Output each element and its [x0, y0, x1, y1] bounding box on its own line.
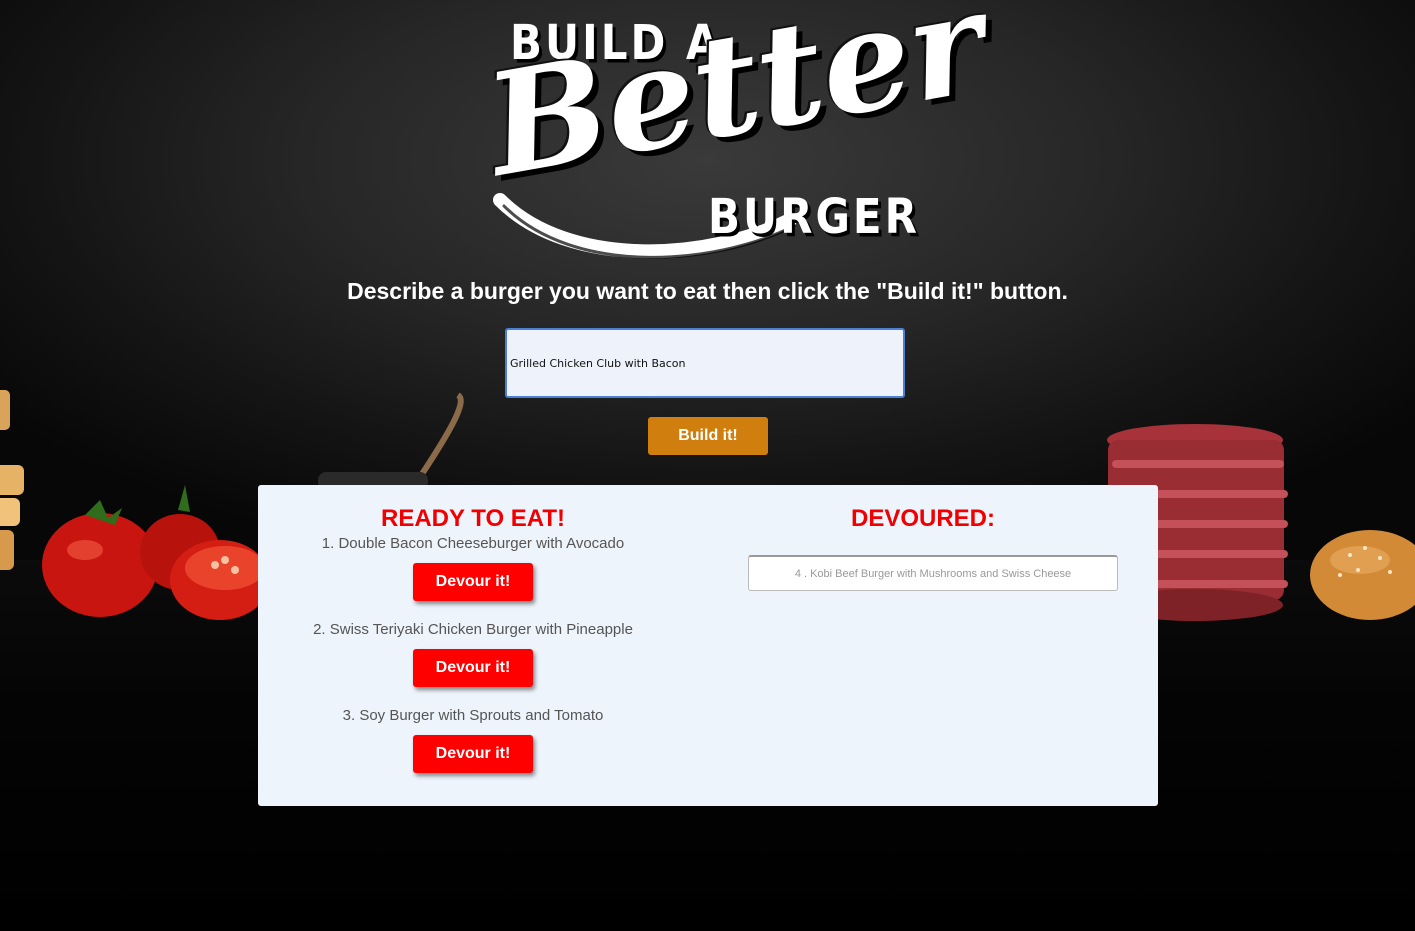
burger-name: 3. Soy Burger with Sprouts and Tomato	[342, 707, 604, 724]
burger-name: 1. Double Bacon Cheeseburger with Avocad…	[321, 535, 625, 552]
devoured-title: DEVOURED:	[850, 505, 995, 532]
list-item: 1. Double Bacon Cheeseburger with Avocad…	[258, 533, 688, 619]
devour-button[interactable]: Devour it!	[413, 735, 533, 773]
instruction-text: Describe a burger you want to eat then c…	[347, 278, 1068, 304]
devour-button[interactable]: Devour it!	[413, 563, 533, 601]
logo-bottom-text: BURGER	[708, 188, 920, 245]
ready-to-eat-title: READY TO EAT!	[380, 505, 566, 532]
ready-to-eat-column: READY TO EAT! 1. Double Bacon Cheeseburg…	[258, 485, 688, 791]
burger-name: 2. Swiss Teriyaki Chicken Burger with Pi…	[313, 621, 633, 638]
burger-name-input[interactable]	[505, 328, 905, 398]
build-button[interactable]: Build it!	[648, 417, 768, 455]
tomatoes-image	[42, 485, 270, 620]
sauce-jar-image	[318, 392, 464, 490]
devoured-column: DEVOURED: 4 . Kobi Beef Burger with Mush…	[708, 485, 1138, 591]
site-logo: BUILD A Better BURGER	[470, 0, 996, 270]
burger-bun-image	[1310, 530, 1415, 620]
list-item: 2. Swiss Teriyaki Chicken Burger with Pi…	[258, 619, 688, 705]
devour-button[interactable]: Devour it!	[413, 649, 533, 687]
burger-panel: READY TO EAT! 1. Double Bacon Cheeseburg…	[258, 485, 1158, 806]
list-item: 3. Soy Burger with Sprouts and Tomato De…	[258, 705, 688, 791]
bread-stack-image	[0, 390, 24, 570]
devoured-item: 4 . Kobi Beef Burger with Mushrooms and …	[748, 555, 1118, 591]
